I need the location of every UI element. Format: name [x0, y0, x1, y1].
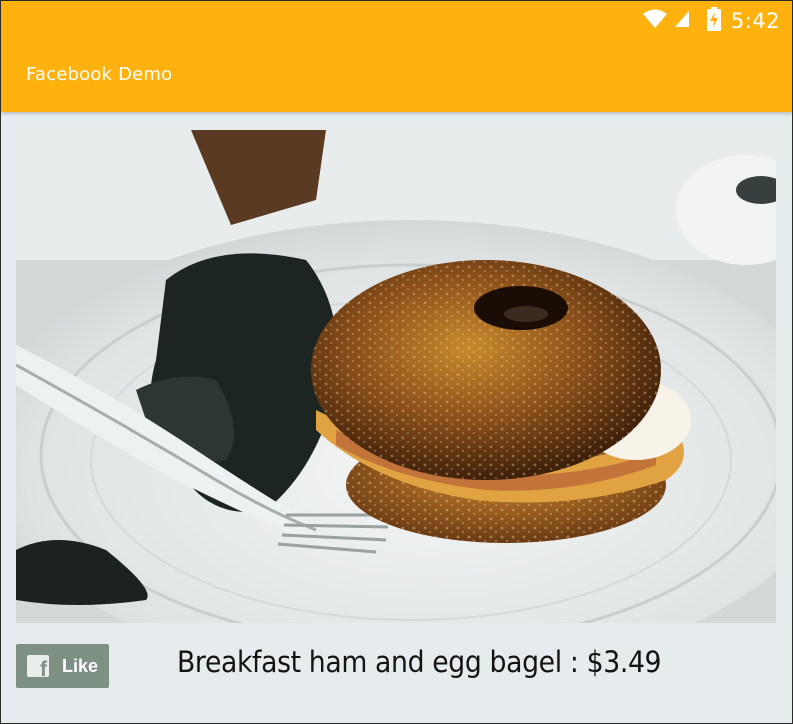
- product-caption: Breakfast ham and egg bagel : $3.49: [177, 645, 662, 679]
- like-button[interactable]: f Like: [16, 644, 109, 688]
- like-button-label: Like: [62, 655, 99, 676]
- app-title: Facebook Demo: [26, 64, 173, 85]
- facebook-icon: f: [27, 655, 49, 680]
- app-screen: 5:42 Facebook Demo f Like Breakfast ham …: [0, 0, 793, 724]
- status-time: 5:42: [730, 9, 780, 33]
- wifi-icon: [642, 9, 667, 34]
- status-bar: 5:42: [642, 6, 780, 36]
- app-bar: 5:42 Facebook Demo: [1, 1, 792, 112]
- cell-signal-icon: [674, 10, 689, 32]
- food-photo: [16, 130, 776, 623]
- battery-charging-icon: [706, 6, 721, 36]
